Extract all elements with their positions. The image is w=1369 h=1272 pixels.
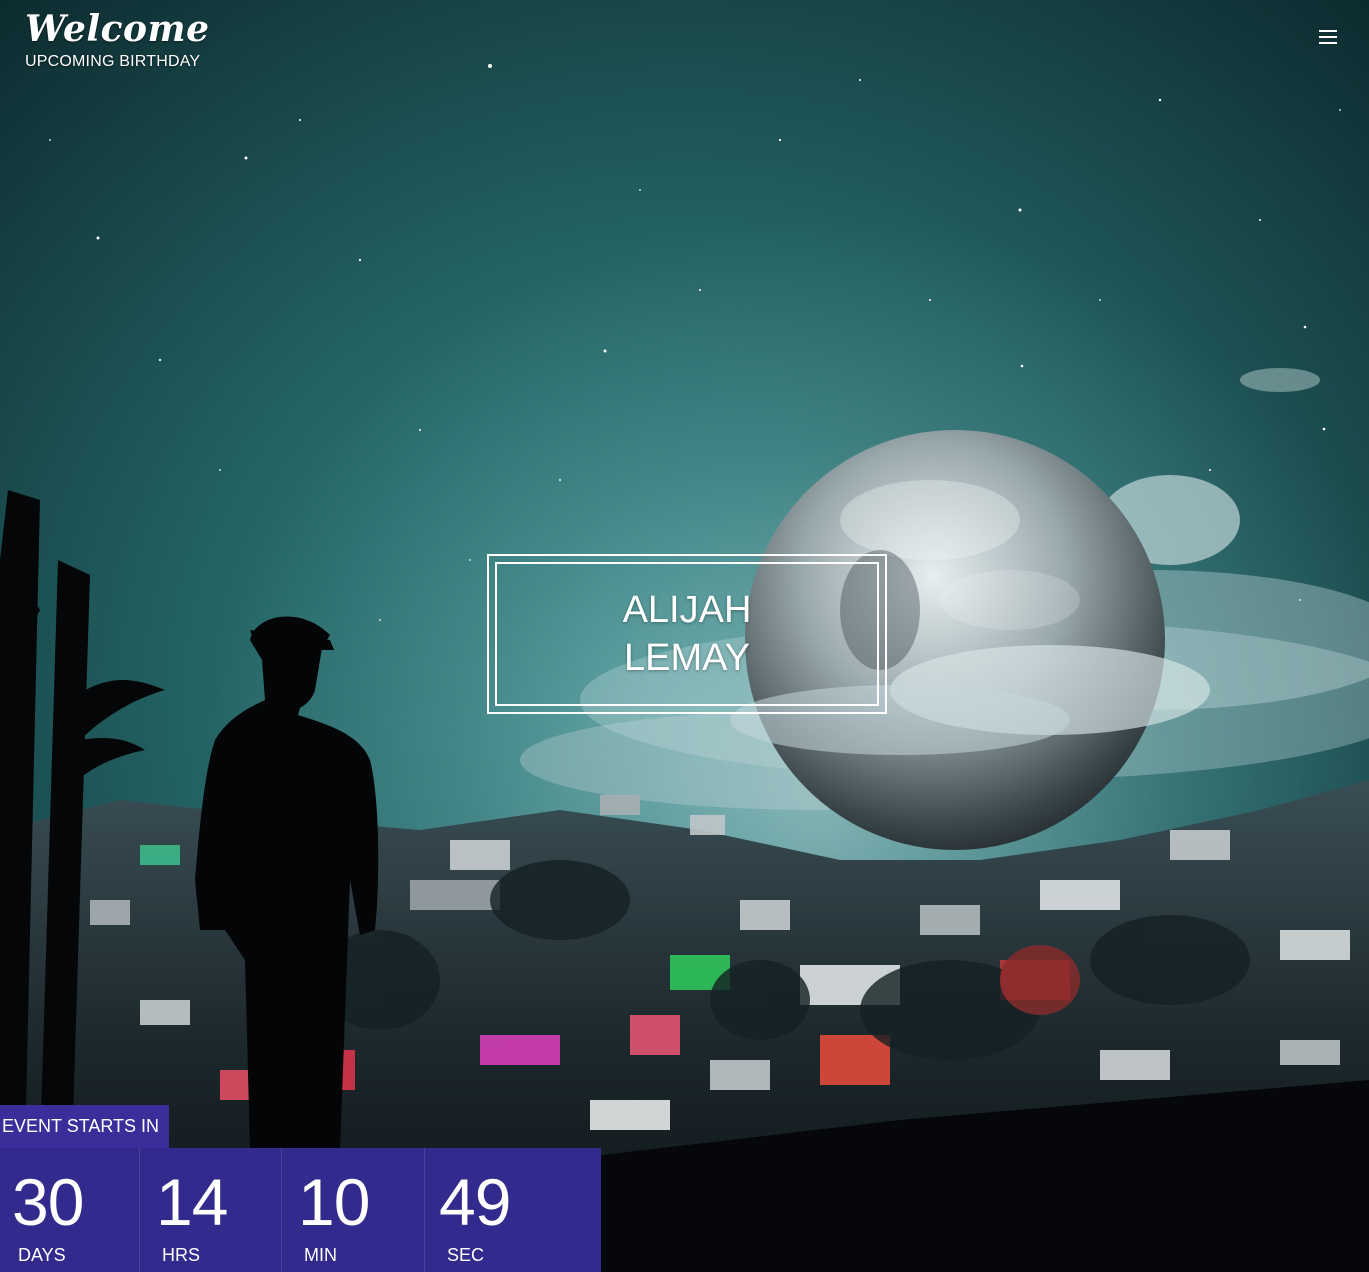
hours-value: 14 [156,1165,228,1239]
countdown-days: 30 DAYS [0,1148,142,1272]
days-label: DAYS [18,1245,66,1265]
name-frame: ALIJAH LEMAY [487,554,887,714]
hamburger-menu-icon[interactable] [1316,30,1340,48]
days-value: 30 [12,1165,84,1239]
name-line-last: LEMAY [623,637,750,679]
site-title: Welcome [25,8,210,50]
site-brand[interactable]: Welcome UPCOMING BIRTHDAY [25,8,210,72]
seconds-label: SEC [447,1245,485,1265]
event-starts-label: EVENT STARTS IN [0,1105,170,1148]
site-subtitle: UPCOMING BIRTHDAY [25,53,201,70]
seconds-value: 49 [439,1165,511,1239]
countdown-timer: 30 DAYS 14 HRS 10 MIN 49 SEC [0,1148,601,1272]
name-frame-inner: ALIJAH LEMAY [495,562,879,706]
menu-bar-top [1319,30,1337,32]
countdown-seconds: 49 SEC [424,1148,567,1272]
countdown-hours: 14 HRS [139,1148,282,1272]
name-line-first: ALIJAH [622,589,752,631]
menu-bar-middle [1319,36,1337,38]
minutes-value: 10 [298,1165,370,1239]
countdown-minutes: 10 MIN [281,1148,424,1272]
hours-label: HRS [162,1245,201,1265]
menu-bar-bottom [1319,42,1337,44]
minutes-label: MIN [304,1245,337,1265]
celebrant-name: ALIJAH LEMAY [623,586,752,682]
